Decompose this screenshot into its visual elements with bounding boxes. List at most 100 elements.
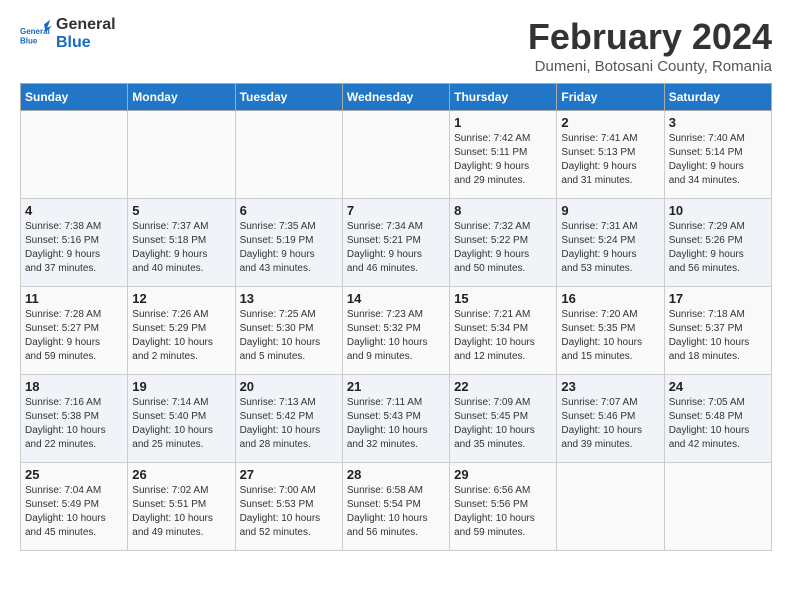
day-number: 22 [454, 379, 552, 394]
day-number: 27 [240, 467, 338, 482]
day-info: Sunrise: 7:20 AMSunset: 5:35 PMDaylight:… [561, 308, 659, 364]
day-info: Sunrise: 7:42 AMSunset: 5:11 PMDaylight:… [454, 132, 552, 188]
table-row [235, 111, 342, 199]
table-row: 29 Sunrise: 6:56 AMSunset: 5:56 PMDayligh… [450, 463, 557, 551]
day-info: Sunrise: 7:07 AMSunset: 5:46 PMDaylight:… [561, 396, 659, 452]
day-info: Sunrise: 7:18 AMSunset: 5:37 PMDaylight:… [669, 308, 767, 364]
col-saturday: Saturday [664, 84, 771, 111]
table-row: 8 Sunrise: 7:32 AMSunset: 5:22 PMDaylight… [450, 199, 557, 287]
col-monday: Monday [128, 84, 235, 111]
day-info: Sunrise: 7:37 AMSunset: 5:18 PMDaylight:… [132, 220, 230, 276]
table-row: 13 Sunrise: 7:25 AMSunset: 5:30 PMDayligh… [235, 287, 342, 375]
day-info: Sunrise: 7:04 AMSunset: 5:49 PMDaylight:… [25, 484, 123, 540]
day-number: 18 [25, 379, 123, 394]
day-number: 17 [669, 291, 767, 306]
col-wednesday: Wednesday [342, 84, 449, 111]
logo: General Blue GeneralBlue [20, 16, 116, 51]
day-number: 12 [132, 291, 230, 306]
day-info: Sunrise: 7:09 AMSunset: 5:45 PMDaylight:… [454, 396, 552, 452]
day-info: Sunrise: 7:35 AMSunset: 5:19 PMDaylight:… [240, 220, 338, 276]
table-row: 26 Sunrise: 7:02 AMSunset: 5:51 PMDayligh… [128, 463, 235, 551]
col-tuesday: Tuesday [235, 84, 342, 111]
table-row: 1 Sunrise: 7:42 AMSunset: 5:11 PMDaylight… [450, 111, 557, 199]
table-row [664, 463, 771, 551]
table-row: 21 Sunrise: 7:11 AMSunset: 5:43 PMDayligh… [342, 375, 449, 463]
day-info: Sunrise: 7:34 AMSunset: 5:21 PMDaylight:… [347, 220, 445, 276]
day-number: 19 [132, 379, 230, 394]
col-thursday: Thursday [450, 84, 557, 111]
table-row: 20 Sunrise: 7:13 AMSunset: 5:42 PMDayligh… [235, 375, 342, 463]
day-number: 25 [25, 467, 123, 482]
table-row: 14 Sunrise: 7:23 AMSunset: 5:32 PMDayligh… [342, 287, 449, 375]
day-number: 14 [347, 291, 445, 306]
table-row: 10 Sunrise: 7:29 AMSunset: 5:26 PMDayligh… [664, 199, 771, 287]
table-row [342, 111, 449, 199]
day-info: Sunrise: 7:14 AMSunset: 5:40 PMDaylight:… [132, 396, 230, 452]
day-number: 3 [669, 115, 767, 130]
table-row: 4 Sunrise: 7:38 AMSunset: 5:16 PMDaylight… [21, 199, 128, 287]
day-info: Sunrise: 7:02 AMSunset: 5:51 PMDaylight:… [132, 484, 230, 540]
day-info: Sunrise: 7:05 AMSunset: 5:48 PMDaylight:… [669, 396, 767, 452]
day-info: Sunrise: 7:11 AMSunset: 5:43 PMDaylight:… [347, 396, 445, 452]
calendar-week-row: 25 Sunrise: 7:04 AMSunset: 5:49 PMDayligh… [21, 463, 772, 551]
table-row [128, 111, 235, 199]
logo-icon: General Blue [20, 18, 52, 50]
day-number: 16 [561, 291, 659, 306]
day-number: 9 [561, 203, 659, 218]
calendar-header-row: Sunday Monday Tuesday Wednesday Thursday… [21, 84, 772, 111]
table-row: 28Sunrise: 6:58 AMSunset: 5:54 PMDayligh… [342, 463, 449, 551]
table-row [21, 111, 128, 199]
table-row: 11 Sunrise: 7:28 AMSunset: 5:27 PMDayligh… [21, 287, 128, 375]
location-subtitle: Dumeni, Botosani County, Romania [528, 58, 772, 75]
day-number: 10 [669, 203, 767, 218]
day-number: 15 [454, 291, 552, 306]
table-row: 23 Sunrise: 7:07 AMSunset: 5:46 PMDayligh… [557, 375, 664, 463]
day-info: Sunrise: 7:23 AMSunset: 5:32 PMDaylight:… [347, 308, 445, 364]
logo-text: GeneralBlue [56, 16, 116, 51]
day-info: Sunrise: 7:32 AMSunset: 5:22 PMDaylight:… [454, 220, 552, 276]
day-number: 11 [25, 291, 123, 306]
table-row [557, 463, 664, 551]
table-row: 22 Sunrise: 7:09 AMSunset: 5:45 PMDayligh… [450, 375, 557, 463]
table-row: 12Sunrise: 7:26 AMSunset: 5:29 PMDayligh… [128, 287, 235, 375]
day-info: Sunrise: 6:56 AMSunset: 5:56 PMDaylight:… [454, 484, 552, 540]
table-row: 15Sunrise: 7:21 AMSunset: 5:34 PMDayligh… [450, 287, 557, 375]
calendar-week-row: 18 Sunrise: 7:16 AMSunset: 5:38 PMDayligh… [21, 375, 772, 463]
table-row: 18 Sunrise: 7:16 AMSunset: 5:38 PMDayligh… [21, 375, 128, 463]
table-row: 16 Sunrise: 7:20 AMSunset: 5:35 PMDayligh… [557, 287, 664, 375]
day-info: Sunrise: 7:25 AMSunset: 5:30 PMDaylight:… [240, 308, 338, 364]
day-number: 13 [240, 291, 338, 306]
col-sunday: Sunday [21, 84, 128, 111]
table-row: 2Sunrise: 7:41 AMSunset: 5:13 PMDaylight… [557, 111, 664, 199]
svg-text:Blue: Blue [20, 36, 38, 45]
day-number: 1 [454, 115, 552, 130]
day-info: Sunrise: 7:28 AMSunset: 5:27 PMDaylight:… [25, 308, 123, 364]
day-info: Sunrise: 7:38 AMSunset: 5:16 PMDaylight:… [25, 220, 123, 276]
calendar-week-row: 4 Sunrise: 7:38 AMSunset: 5:16 PMDaylight… [21, 199, 772, 287]
day-number: 7 [347, 203, 445, 218]
day-info: Sunrise: 7:40 AMSunset: 5:14 PMDaylight:… [669, 132, 767, 188]
day-number: 5 [132, 203, 230, 218]
table-row: 9Sunrise: 7:31 AMSunset: 5:24 PMDaylight… [557, 199, 664, 287]
day-number: 20 [240, 379, 338, 394]
table-row: 7 Sunrise: 7:34 AMSunset: 5:21 PMDaylight… [342, 199, 449, 287]
table-row: 24 Sunrise: 7:05 AMSunset: 5:48 PMDayligh… [664, 375, 771, 463]
table-row: 3 Sunrise: 7:40 AMSunset: 5:14 PMDaylight… [664, 111, 771, 199]
calendar-week-row: 1 Sunrise: 7:42 AMSunset: 5:11 PMDaylight… [21, 111, 772, 199]
day-number: 21 [347, 379, 445, 394]
day-number: 29 [454, 467, 552, 482]
day-info: Sunrise: 7:00 AMSunset: 5:53 PMDaylight:… [240, 484, 338, 540]
calendar-week-row: 11 Sunrise: 7:28 AMSunset: 5:27 PMDayligh… [21, 287, 772, 375]
day-number: 28 [347, 467, 445, 482]
day-number: 8 [454, 203, 552, 218]
table-row: 27 Sunrise: 7:00 AMSunset: 5:53 PMDayligh… [235, 463, 342, 551]
day-info: Sunrise: 7:13 AMSunset: 5:42 PMDaylight:… [240, 396, 338, 452]
day-number: 23 [561, 379, 659, 394]
table-row: 25 Sunrise: 7:04 AMSunset: 5:49 PMDayligh… [21, 463, 128, 551]
day-number: 26 [132, 467, 230, 482]
day-number: 4 [25, 203, 123, 218]
day-info: Sunrise: 7:29 AMSunset: 5:26 PMDaylight:… [669, 220, 767, 276]
day-number: 24 [669, 379, 767, 394]
page-header: General Blue GeneralBlue February 2024 D… [20, 16, 772, 75]
day-info: Sunrise: 7:16 AMSunset: 5:38 PMDaylight:… [25, 396, 123, 452]
